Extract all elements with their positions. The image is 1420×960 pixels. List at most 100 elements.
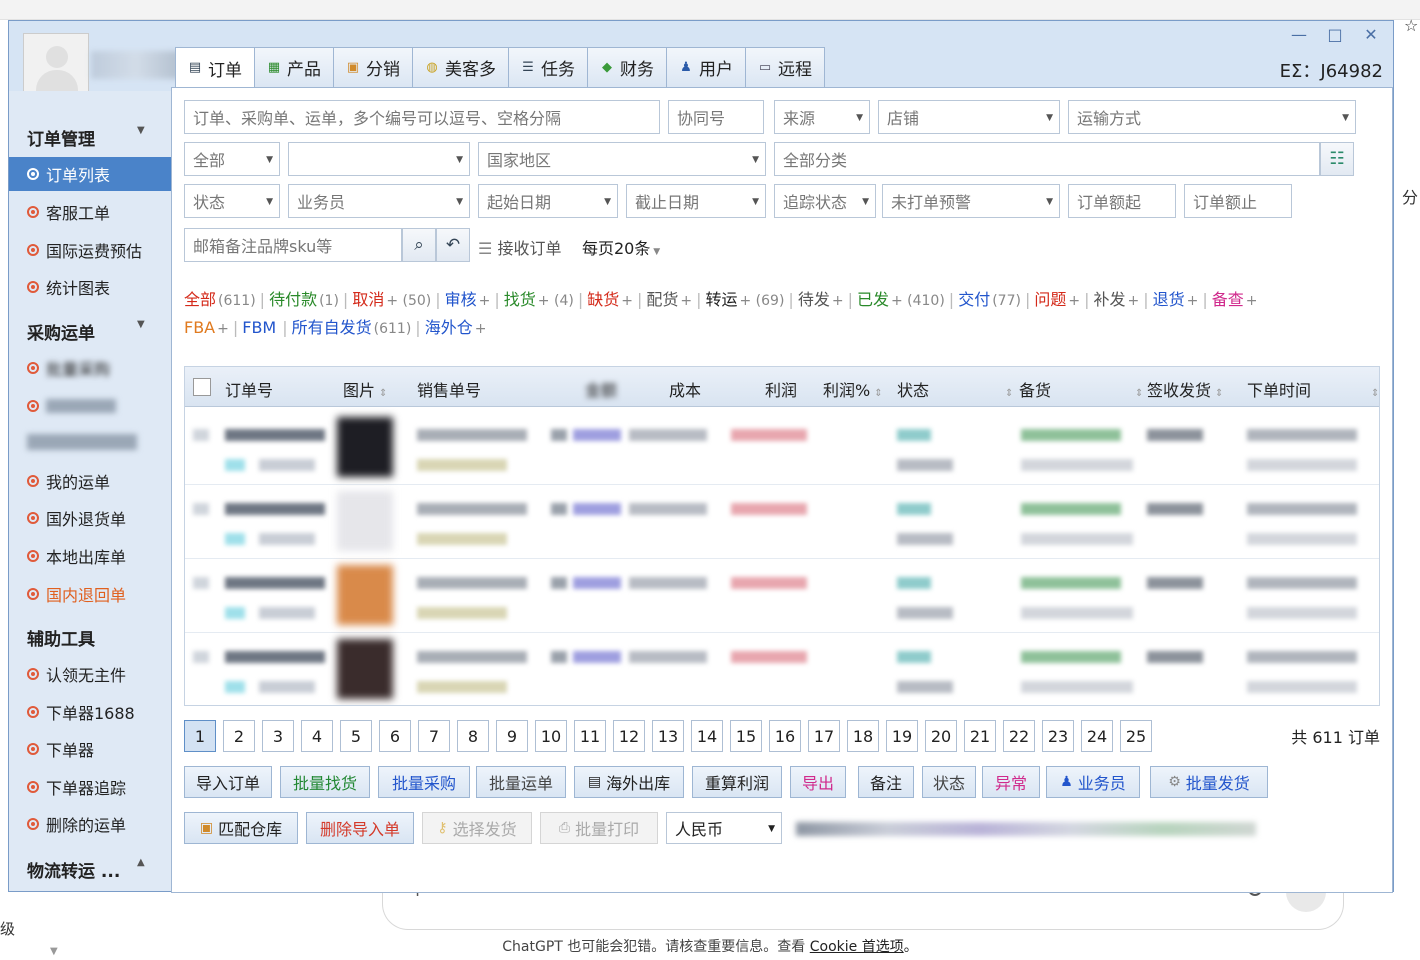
product-thumbnail[interactable] <box>337 417 393 477</box>
status-button[interactable]: 状态 <box>922 766 976 798</box>
category-list-icon[interactable]: ☷ <box>1320 142 1354 176</box>
page-button[interactable]: 17 <box>808 720 840 752</box>
end-date-input[interactable]: 截止日期 ▼ <box>626 184 766 218</box>
page-button[interactable]: 1 <box>184 720 216 752</box>
sidebar-section-purchasing[interactable]: 采购运单 ▼ <box>27 319 145 344</box>
status-tab[interactable]: 海外仓 + <box>425 318 487 337</box>
note-button[interactable]: 备注 <box>858 766 914 798</box>
product-thumbnail[interactable] <box>337 491 393 551</box>
sidebar-item-local-outbound[interactable]: 本地出库单 <box>27 539 177 573</box>
currency-select[interactable]: 人民币 ▼ <box>666 812 782 844</box>
page-button[interactable]: 6 <box>379 720 411 752</box>
sidebar-item-ordering-tracking[interactable]: 下单器追踪 <box>27 770 177 804</box>
header-profit-pct[interactable]: 利润% ⇕ <box>823 377 883 401</box>
batch-ship-button[interactable]: ⚙ 批量发货 <box>1150 766 1268 798</box>
table-row[interactable] <box>185 411 1379 485</box>
start-date-input[interactable]: 起始日期 ▼ <box>478 184 618 218</box>
sidebar-section-logistics[interactable]: 物流转运 ... ▲ <box>27 857 145 882</box>
batch-print-button[interactable]: ⎙ 批量打印 <box>540 812 658 844</box>
tab-remote[interactable]: ▭ 远程 <box>745 47 825 87</box>
status-tab[interactable]: 取消 + (50) <box>352 290 431 309</box>
reset-icon[interactable]: ↶ <box>436 228 470 262</box>
sidebar-item-my-waybills[interactable]: 我的运单 <box>27 464 177 498</box>
shop-select[interactable]: 店铺 ▼ <box>878 100 1060 134</box>
scope-select[interactable]: 全部 ▼ <box>184 142 280 176</box>
minimize-icon[interactable]: — <box>1287 25 1311 44</box>
select-all-checkbox[interactable] <box>193 378 211 396</box>
page-button[interactable]: 25 <box>1120 720 1152 752</box>
sidebar-section-orders[interactable]: 订单管理 ▼ <box>27 125 145 150</box>
page-button[interactable]: 22 <box>1003 720 1035 752</box>
sidebar-item-blurred-2[interactable] <box>27 425 177 459</box>
category-select[interactable]: 全部分类 <box>774 142 1320 176</box>
order-search-input[interactable]: 订单、采购单、运单，多个编号可以逗号、空格分隔 <box>184 100 660 134</box>
status-tab[interactable]: 找货 + (4) <box>504 290 574 309</box>
country-select[interactable]: 国家地区 ▼ <box>478 142 766 176</box>
page-button[interactable]: 7 <box>418 720 450 752</box>
page-button[interactable]: 19 <box>886 720 918 752</box>
page-button[interactable]: 2 <box>223 720 255 752</box>
status-tab[interactable]: 全部 (611) <box>184 290 256 309</box>
tab-mercado[interactable]: ◍ 美客多 <box>412 47 509 87</box>
header-stock[interactable]: 备货 ⇕ <box>1019 377 1143 401</box>
header-order-time[interactable]: 下单时间 ⇕ <box>1247 377 1379 401</box>
header-sales-no[interactable]: 销售单号 <box>417 377 481 401</box>
match-warehouse-button[interactable]: ▣ 匹配仓库 <box>184 812 298 844</box>
sidebar-item-ordering-tool[interactable]: 下单器 <box>27 732 177 766</box>
status-tab[interactable]: 缺货 + <box>587 290 633 309</box>
header-image[interactable]: 图片 ⇕ <box>343 377 387 401</box>
bookmark-star-icon[interactable]: ☆ <box>1404 16 1418 35</box>
page-button[interactable]: 16 <box>769 720 801 752</box>
maximize-icon[interactable]: □ <box>1323 25 1347 44</box>
search-icon[interactable]: ⌕ <box>402 228 436 262</box>
page-button[interactable]: 24 <box>1081 720 1113 752</box>
tab-distribution[interactable]: ▣ 分销 <box>333 47 413 87</box>
page-button[interactable]: 18 <box>847 720 879 752</box>
source-select[interactable]: 来源 ▼ <box>774 100 870 134</box>
blank-select[interactable]: ▼ <box>288 142 470 176</box>
status-tab[interactable]: FBA + <box>184 318 229 337</box>
product-thumbnail[interactable] <box>337 565 393 625</box>
contract-no-input[interactable]: 协同号 <box>668 100 764 134</box>
import-orders-button[interactable]: 导入订单 <box>184 766 272 798</box>
sidebar-item-order-list[interactable]: 订单列表 <box>9 157 171 191</box>
select-shipping-button[interactable]: ⚷ 选择发货 <box>422 812 532 844</box>
header-order-no[interactable]: 订单号 <box>225 377 273 401</box>
batch-waybill-button[interactable]: 批量运单 <box>476 766 566 798</box>
sidebar-item-foreign-returns[interactable]: 国外退货单 <box>27 501 177 535</box>
status-tab[interactable]: 配货 + <box>646 290 692 309</box>
product-thumbnail[interactable] <box>337 639 393 699</box>
batch-find-goods-button[interactable]: 批量找货 <box>280 766 370 798</box>
close-icon[interactable]: ✕ <box>1359 25 1383 44</box>
export-button[interactable]: 导出 <box>790 766 846 798</box>
unprinted-warning-select[interactable]: 未打单预警 ▼ <box>882 184 1060 218</box>
page-button[interactable]: 14 <box>691 720 723 752</box>
sidebar-item-batch-purchase[interactable]: 批量采购 <box>27 351 177 385</box>
batch-purchase-button[interactable]: 批量采购 <box>378 766 470 798</box>
tracking-status-select[interactable]: 追踪状态 ▼ <box>774 184 876 218</box>
page-button[interactable]: 15 <box>730 720 762 752</box>
salesperson-select[interactable]: 业务员 ▼ <box>288 184 470 218</box>
header-profit[interactable]: 利润 <box>765 377 797 401</box>
status-tab[interactable]: 待发 + <box>798 290 844 309</box>
tab-products[interactable]: ▦ 产品 <box>254 47 334 87</box>
sidebar-item-freight-estimate[interactable]: 国际运费预估 <box>27 233 177 267</box>
shipping-method-select[interactable]: 运输方式 ▼ <box>1068 100 1356 134</box>
sidebar-item-blurred-1[interactable] <box>27 389 177 423</box>
status-select[interactable]: 状态 ▼ <box>184 184 280 218</box>
avatar[interactable] <box>23 33 89 99</box>
amount-to-input[interactable]: 订单额止 <box>1184 184 1292 218</box>
sidebar-item-service-tickets[interactable]: 客服工单 <box>27 195 177 229</box>
page-button[interactable]: 5 <box>340 720 372 752</box>
status-tab[interactable]: 补发 + <box>1093 290 1139 309</box>
status-tab[interactable]: 问题 + <box>1034 290 1080 309</box>
status-tab[interactable]: 待付款 (1) <box>269 290 339 309</box>
table-row[interactable] <box>185 485 1379 559</box>
page-button[interactable]: 11 <box>574 720 606 752</box>
status-tab[interactable]: 转运 + (69) <box>705 290 784 309</box>
status-tab[interactable]: 已发 + (410) <box>857 290 945 309</box>
sidebar-item-domestic-returns[interactable]: 国内退回单 <box>27 577 177 611</box>
table-row[interactable] <box>185 559 1379 633</box>
table-row[interactable] <box>185 633 1379 705</box>
sidebar-item-ordering-1688[interactable]: 下单器1688 <box>27 695 177 729</box>
